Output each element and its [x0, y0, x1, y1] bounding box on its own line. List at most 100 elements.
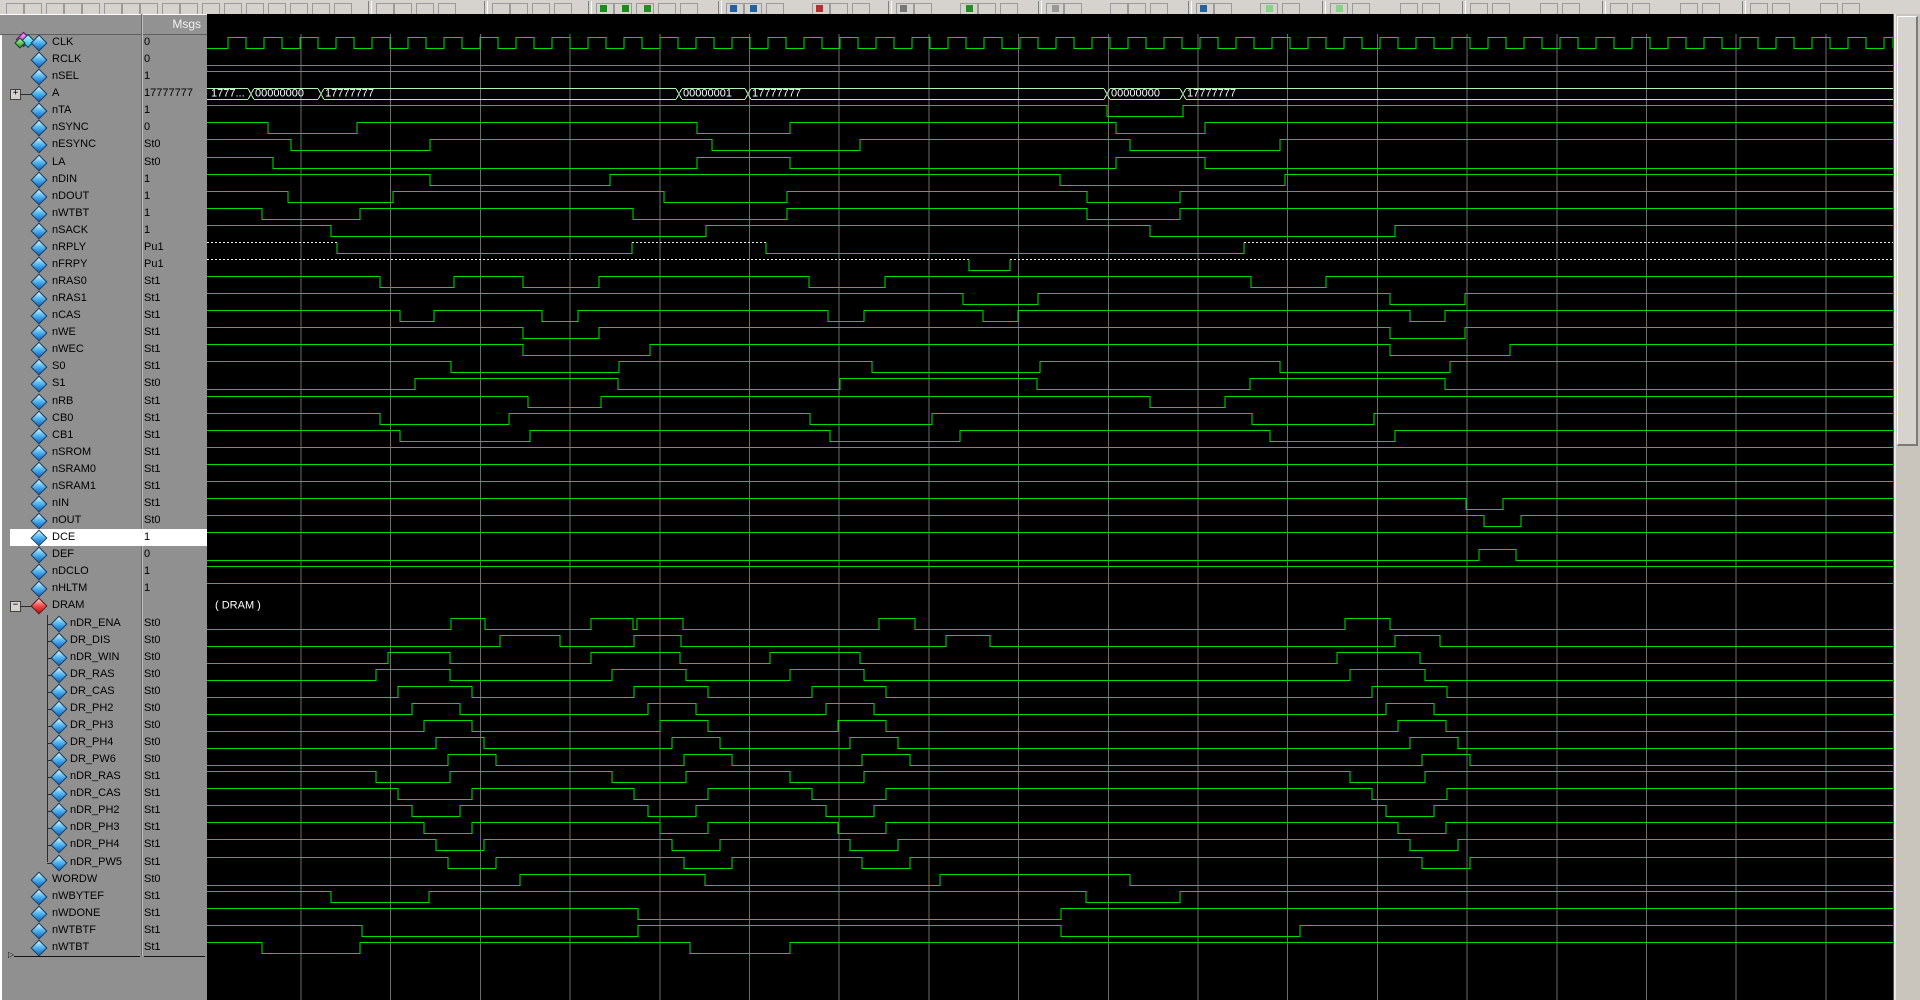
- signal-name-label[interactable]: CLK: [52, 34, 73, 51]
- signal-name-label[interactable]: nDR_WIN: [70, 649, 120, 666]
- signal-row[interactable]: nTA 1: [0, 102, 207, 120]
- signal-name-label[interactable]: nWTBT: [52, 205, 89, 222]
- signal-name-label[interactable]: nDR_CAS: [70, 785, 121, 802]
- signal-name-label[interactable]: S1: [52, 375, 65, 392]
- signal-name-label[interactable]: DR_CAS: [70, 683, 115, 700]
- signal-row[interactable]: DR_DIS St0: [0, 632, 207, 650]
- signal-row[interactable]: nWTBT St1: [0, 939, 207, 957]
- signal-row[interactable]: nWTBTF St1: [0, 922, 207, 940]
- scrollbar-thumb[interactable]: [1897, 16, 1918, 446]
- signal-row[interactable]: nDCLO 1: [0, 563, 207, 581]
- signal-name-label[interactable]: nDR_RAS: [70, 768, 121, 785]
- signal-row[interactable]: nCAS St1: [0, 307, 207, 325]
- signal-row[interactable]: nHLTM 1: [0, 580, 207, 598]
- signal-name-label[interactable]: DR_RAS: [70, 666, 115, 683]
- signal-row[interactable]: S1 St0: [0, 375, 207, 393]
- signal-row[interactable]: nDR_PH4 St1: [0, 836, 207, 854]
- waveform-canvas[interactable]: 1777... 00000000 17777777 00000001 17777777 0…: [207, 34, 1893, 1000]
- signal-name-label[interactable]: nWBYTEF: [52, 888, 104, 905]
- signal-name-label[interactable]: nWE: [52, 324, 76, 341]
- vertical-scrollbar[interactable]: [1896, 14, 1920, 1000]
- signal-name-label[interactable]: DR_PW6: [70, 751, 116, 768]
- signal-row[interactable]: CB1 St1: [0, 427, 207, 445]
- signal-name-label[interactable]: nRPLY: [52, 239, 86, 256]
- signal-row[interactable]: nDR_CAS St1: [0, 785, 207, 803]
- signal-row[interactable]: nSRAM0 St1: [0, 461, 207, 479]
- signal-name-label[interactable]: nDR_ENA: [70, 615, 121, 632]
- signal-row[interactable]: nWDONE St1: [0, 905, 207, 923]
- signal-name-label[interactable]: nDOUT: [52, 188, 89, 205]
- signal-row[interactable]: DEF 0: [0, 546, 207, 564]
- signal-row[interactable]: nRB St1: [0, 393, 207, 411]
- signal-name-label[interactable]: nRAS1: [52, 290, 87, 307]
- signal-name-label[interactable]: nWTBTF: [52, 922, 96, 939]
- signal-row[interactable]: DR_PH3 St0: [0, 717, 207, 735]
- signal-name-label[interactable]: nOUT: [52, 512, 81, 529]
- signal-name-label[interactable]: nWEC: [52, 341, 84, 358]
- signal-row[interactable]: nDR_PH3 St1: [0, 819, 207, 837]
- signal-name-label[interactable]: nWTBT: [52, 939, 89, 956]
- signal-name-label[interactable]: nRAS0: [52, 273, 87, 290]
- signal-row[interactable]: nDR_ENA St0: [0, 615, 207, 633]
- signal-row[interactable]: nOUT St0: [0, 512, 207, 530]
- wave-timeline-header[interactable]: [207, 14, 1893, 34]
- signal-row[interactable]: nESYNC St0: [0, 136, 207, 154]
- signal-name-label[interactable]: nSROM: [52, 444, 91, 461]
- signal-name-label[interactable]: RCLK: [52, 51, 81, 68]
- signal-row[interactable]: nWEC St1: [0, 341, 207, 359]
- signal-name-label[interactable]: A: [52, 85, 59, 102]
- signal-row[interactable]: nRPLY Pu1: [0, 239, 207, 257]
- signal-row[interactable]: DR_PW6 St0: [0, 751, 207, 769]
- signal-row[interactable]: nWTBT 1: [0, 205, 207, 223]
- signal-name-label[interactable]: CB0: [52, 410, 73, 427]
- signal-row[interactable]: nRAS1 St1: [0, 290, 207, 308]
- signal-row[interactable]: DR_PH2 St0: [0, 700, 207, 718]
- signal-name-label[interactable]: DR_PH4: [70, 734, 113, 751]
- signal-name-label[interactable]: S0: [52, 358, 65, 375]
- signal-name-label[interactable]: nWDONE: [52, 905, 100, 922]
- msgs-column-header[interactable]: Msgs: [142, 14, 207, 35]
- signal-row[interactable]: DCE 1: [0, 529, 207, 547]
- signal-name-label[interactable]: nSRAM1: [52, 478, 96, 495]
- wave-background[interactable]: [207, 34, 1893, 1000]
- signal-row[interactable]: DR_CAS St0: [0, 683, 207, 701]
- signal-name-label[interactable]: nCAS: [52, 307, 81, 324]
- signal-row[interactable]: nSYNC 0: [0, 119, 207, 137]
- signal-name-label[interactable]: DEF: [52, 546, 74, 563]
- signal-name-column-header[interactable]: ▾: [0, 14, 142, 49]
- signal-name-label[interactable]: LA: [52, 154, 65, 171]
- signal-row[interactable]: DR_RAS St0: [0, 666, 207, 684]
- signal-row[interactable]: nDR_WIN St0: [0, 649, 207, 667]
- signal-row[interactable]: nSROM St1: [0, 444, 207, 462]
- signal-name-label[interactable]: nDR_PH2: [70, 802, 120, 819]
- signal-row[interactable]: − DRAM: [0, 597, 207, 615]
- signal-name-label[interactable]: WORDW: [52, 871, 97, 888]
- signal-row[interactable]: nIN St1: [0, 495, 207, 513]
- signal-row[interactable]: CLK 0: [0, 34, 207, 52]
- signal-name-label[interactable]: DCE: [52, 529, 75, 546]
- signal-row[interactable]: nSRAM1 St1: [0, 478, 207, 496]
- signal-row[interactable]: DR_PH4 St0: [0, 734, 207, 752]
- signal-row[interactable]: nWE St1: [0, 324, 207, 342]
- signal-name-label[interactable]: nSEL: [52, 68, 79, 85]
- signal-name-label[interactable]: nTA: [52, 102, 71, 119]
- signal-name-label[interactable]: nDIN: [52, 171, 77, 188]
- signal-name-label[interactable]: DRAM: [52, 597, 84, 614]
- signal-row[interactable]: nDIN 1: [0, 171, 207, 189]
- signal-name-label[interactable]: nDR_PW5: [70, 854, 122, 871]
- signal-name-label[interactable]: nRB: [52, 393, 73, 410]
- signal-name-label[interactable]: nIN: [52, 495, 69, 512]
- signal-name-label[interactable]: nDCLO: [52, 563, 89, 580]
- signal-row[interactable]: RCLK 0: [0, 51, 207, 69]
- signal-row[interactable]: nFRPY Pu1: [0, 256, 207, 274]
- signal-row[interactable]: + A 17777777: [0, 85, 207, 103]
- signal-name-label[interactable]: nDR_PH3: [70, 819, 120, 836]
- signal-row[interactable]: nSEL 1: [0, 68, 207, 86]
- signal-row[interactable]: nDR_PW5 St1: [0, 854, 207, 872]
- signal-row[interactable]: S0 St1: [0, 358, 207, 376]
- signal-name-label[interactable]: nSYNC: [52, 119, 89, 136]
- signal-row[interactable]: CB0 St1: [0, 410, 207, 428]
- signal-name-label[interactable]: nHLTM: [52, 580, 87, 597]
- signal-name-label[interactable]: CB1: [52, 427, 73, 444]
- signal-name-label[interactable]: nFRPY: [52, 256, 87, 273]
